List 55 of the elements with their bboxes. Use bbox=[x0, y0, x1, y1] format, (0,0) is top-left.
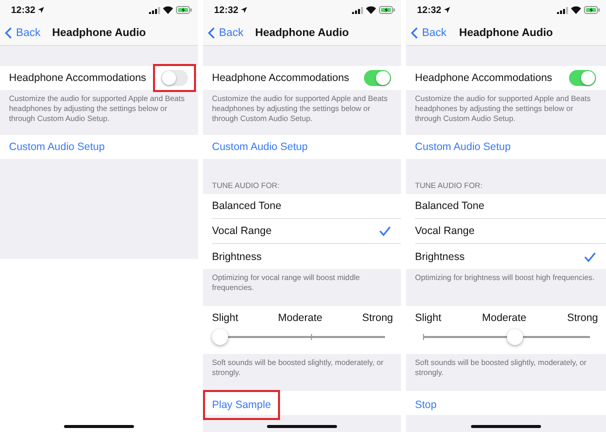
home-indicator bbox=[64, 425, 134, 428]
option-label: Balanced Tone bbox=[212, 200, 282, 212]
slider-label: Strong bbox=[567, 312, 598, 324]
location-icon bbox=[241, 7, 248, 13]
back-button[interactable]: Back bbox=[406, 26, 446, 38]
option-row[interactable]: Vocal Range bbox=[415, 219, 606, 244]
signal-icon bbox=[352, 6, 363, 14]
option-row[interactable]: Brightness bbox=[415, 244, 606, 269]
back-button[interactable]: Back bbox=[0, 26, 40, 38]
status-time: 12:32 bbox=[417, 4, 442, 16]
battery-icon bbox=[379, 6, 395, 14]
home-indicator bbox=[267, 425, 337, 428]
option-row[interactable]: Brightness bbox=[212, 244, 401, 269]
setting-label: Headphone Accommodations bbox=[415, 72, 552, 84]
option-label: Brightness bbox=[212, 250, 262, 262]
home-indicator bbox=[471, 425, 541, 428]
screen-title: Headphone Audio bbox=[52, 26, 146, 38]
battery-icon bbox=[584, 6, 600, 14]
slider-thumb[interactable] bbox=[506, 329, 522, 345]
location-icon bbox=[444, 7, 450, 13]
setting-label: Headphone Accommodations bbox=[9, 72, 146, 84]
wifi-icon bbox=[366, 6, 376, 14]
toggle-switch[interactable] bbox=[364, 70, 391, 86]
back-chevron-icon bbox=[208, 26, 215, 38]
toggle-switch[interactable] bbox=[161, 70, 188, 86]
option-label: Vocal Range bbox=[212, 225, 272, 237]
toggle-switch[interactable] bbox=[569, 70, 596, 86]
option-label: Balanced Tone bbox=[415, 200, 484, 212]
setting-label: Headphone Accommodations bbox=[212, 72, 350, 84]
option-row[interactable]: Vocal Range bbox=[212, 219, 401, 244]
slider-label: Slight bbox=[212, 312, 238, 324]
back-chevron-icon bbox=[5, 26, 12, 38]
option-row[interactable]: Balanced Tone bbox=[212, 194, 401, 219]
battery-icon bbox=[176, 6, 192, 14]
signal-icon bbox=[149, 6, 160, 14]
wifi-icon bbox=[163, 6, 173, 14]
wifi-icon bbox=[571, 6, 581, 14]
status-time: 12:32 bbox=[11, 4, 36, 16]
location-icon bbox=[38, 7, 44, 13]
slider-label: Strong bbox=[362, 312, 393, 324]
action-link[interactable]: Stop bbox=[406, 390, 446, 420]
action-link[interactable]: Play Sample bbox=[203, 390, 280, 420]
slider-label: Moderate bbox=[482, 312, 526, 324]
signal-icon bbox=[557, 6, 568, 14]
screen-title: Headphone Audio bbox=[459, 26, 553, 38]
option-label: Brightness bbox=[415, 250, 465, 262]
back-button[interactable]: Back bbox=[203, 26, 244, 38]
status-time: 12:32 bbox=[214, 4, 238, 16]
slider-label: Slight bbox=[415, 312, 442, 324]
screen-title: Headphone Audio bbox=[255, 26, 349, 38]
option-label: Vocal Range bbox=[415, 225, 475, 237]
slider-label: Moderate bbox=[278, 312, 322, 324]
back-chevron-icon bbox=[411, 26, 418, 38]
slider-thumb[interactable] bbox=[212, 329, 228, 345]
option-row[interactable]: Balanced Tone bbox=[415, 194, 606, 219]
